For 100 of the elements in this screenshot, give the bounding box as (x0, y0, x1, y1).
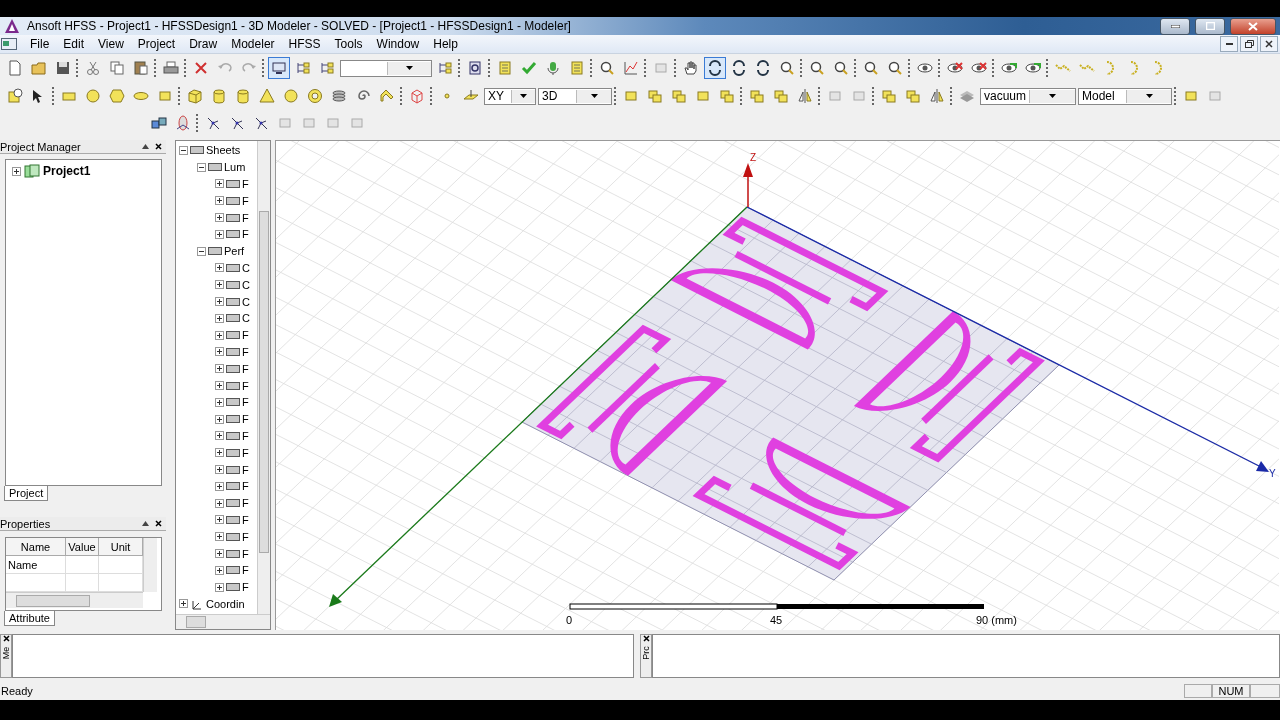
expand-toggle[interactable] (215, 330, 224, 340)
tree-item[interactable]: F (242, 329, 249, 342)
tree-item[interactable]: F (242, 530, 249, 543)
tree-item[interactable]: C (242, 261, 250, 274)
expand-toggle[interactable] (215, 515, 224, 525)
tree-item[interactable]: Sheets (206, 144, 241, 157)
tree-item[interactable]: F (242, 194, 249, 207)
tree-item[interactable]: F (242, 362, 249, 375)
tree-item[interactable]: F (242, 396, 249, 409)
expand-toggle[interactable] (215, 381, 224, 391)
scrollbar-thumb[interactable] (16, 594, 90, 607)
close-button[interactable] (1260, 36, 1278, 52)
expand-toggle[interactable] (215, 465, 224, 475)
document-icon[interactable] (1, 38, 17, 50)
expand-toggle[interactable] (215, 549, 224, 558)
close-icon[interactable] (642, 635, 650, 642)
pin-icon[interactable] (141, 521, 149, 526)
expand-toggle[interactable] (179, 145, 188, 155)
menu-item[interactable]: Modeler (224, 37, 282, 51)
tree-item[interactable]: F (242, 413, 249, 426)
dropdown[interactable]: vacuum (980, 87, 1076, 105)
pin-icon[interactable] (141, 144, 149, 149)
expand-toggle[interactable] (215, 582, 224, 592)
tree-item[interactable]: F (242, 446, 249, 459)
tree-item[interactable]: F (242, 480, 249, 493)
minimize-button[interactable] (1220, 36, 1238, 52)
tab[interactable]: Project (4, 486, 49, 501)
close-button[interactable] (1230, 17, 1276, 35)
tree-item[interactable]: F (242, 547, 249, 560)
expand-toggle[interactable] (179, 599, 188, 609)
tree-item[interactable]: F (242, 211, 249, 224)
dropdown[interactable]: XY (484, 87, 536, 105)
tree-item[interactable]: C (242, 278, 250, 291)
tree-item[interactable]: F (242, 581, 249, 594)
column-header[interactable]: Value (66, 538, 99, 556)
scrollbar[interactable] (143, 538, 157, 592)
tree-item[interactable]: C (242, 295, 250, 308)
scrollbar[interactable] (6, 592, 143, 608)
expand-toggle[interactable] (215, 347, 224, 357)
scrollbar[interactable] (176, 614, 270, 629)
expand-toggle[interactable] (197, 246, 206, 256)
expand-toggle[interactable] (215, 297, 224, 307)
tree-item[interactable]: Project1 (43, 164, 91, 178)
tab[interactable]: Attribute (4, 611, 55, 626)
close-icon[interactable] (155, 143, 162, 150)
menu-item[interactable]: View (91, 37, 131, 51)
expand-toggle[interactable] (215, 196, 224, 206)
menu-item[interactable]: Edit (56, 37, 92, 51)
expand-toggle[interactable] (215, 263, 224, 273)
expand-toggle[interactable] (215, 229, 224, 239)
menu-item[interactable]: File (23, 37, 57, 51)
expand-toggle[interactable] (215, 313, 224, 323)
scrollbar[interactable] (257, 141, 270, 614)
tree-item[interactable]: C (242, 312, 250, 325)
restore-button[interactable] (1240, 36, 1258, 52)
rotate-icon[interactable] (704, 57, 726, 79)
dropdown[interactable]: 3D (538, 87, 612, 105)
menu-item[interactable]: HFSS (281, 37, 328, 51)
minimize-button[interactable] (1160, 17, 1190, 35)
tree-item[interactable]: F (242, 345, 249, 358)
expand-toggle[interactable] (215, 498, 224, 508)
expand-toggle[interactable] (215, 397, 224, 407)
tree-item[interactable]: F (242, 497, 249, 510)
tree-item[interactable]: Coordin (206, 597, 245, 610)
expand-toggle[interactable] (215, 213, 224, 223)
tree-item[interactable]: F (242, 463, 249, 476)
menu-item[interactable]: Help (426, 37, 465, 51)
expand-toggle[interactable] (215, 532, 224, 542)
tree-item[interactable]: Perf (224, 245, 245, 258)
column-header[interactable]: Unit (99, 538, 143, 556)
expand-toggle[interactable] (215, 414, 224, 424)
menu-item[interactable]: Window (369, 37, 427, 51)
tree-item[interactable]: F (242, 564, 249, 577)
tree-item[interactable]: F (242, 228, 249, 241)
scrollbar-thumb[interactable] (259, 211, 269, 553)
monitor-icon[interactable] (268, 57, 290, 79)
column-header[interactable]: Name (6, 538, 66, 556)
tree-item[interactable]: F (242, 429, 249, 442)
menu-item[interactable]: Draw (182, 37, 225, 51)
expand-toggle[interactable] (215, 364, 224, 374)
close-icon[interactable] (2, 635, 10, 642)
dropdown[interactable] (340, 59, 432, 77)
scrollbar-thumb[interactable] (186, 616, 206, 628)
expand-toggle[interactable] (215, 280, 224, 290)
expand-toggle[interactable] (197, 162, 206, 172)
expand-toggle[interactable] (215, 565, 224, 575)
expand-toggle[interactable] (215, 431, 224, 441)
maximize-button[interactable] (1195, 17, 1225, 35)
tree-item[interactable]: F (242, 513, 249, 526)
expand-toggle[interactable] (215, 481, 224, 491)
tree-item[interactable]: F (242, 379, 249, 392)
close-icon[interactable] (155, 520, 162, 527)
menu-item[interactable]: Tools (327, 37, 370, 51)
dropdown[interactable]: Model (1078, 87, 1172, 105)
tree-item[interactable]: Lum (224, 161, 246, 174)
expand-toggle[interactable] (215, 179, 224, 189)
expand-toggle[interactable] (215, 448, 224, 458)
tree-item[interactable]: F (242, 178, 249, 190)
expand-toggle[interactable] (12, 166, 21, 176)
menu-item[interactable]: Project (130, 37, 183, 51)
